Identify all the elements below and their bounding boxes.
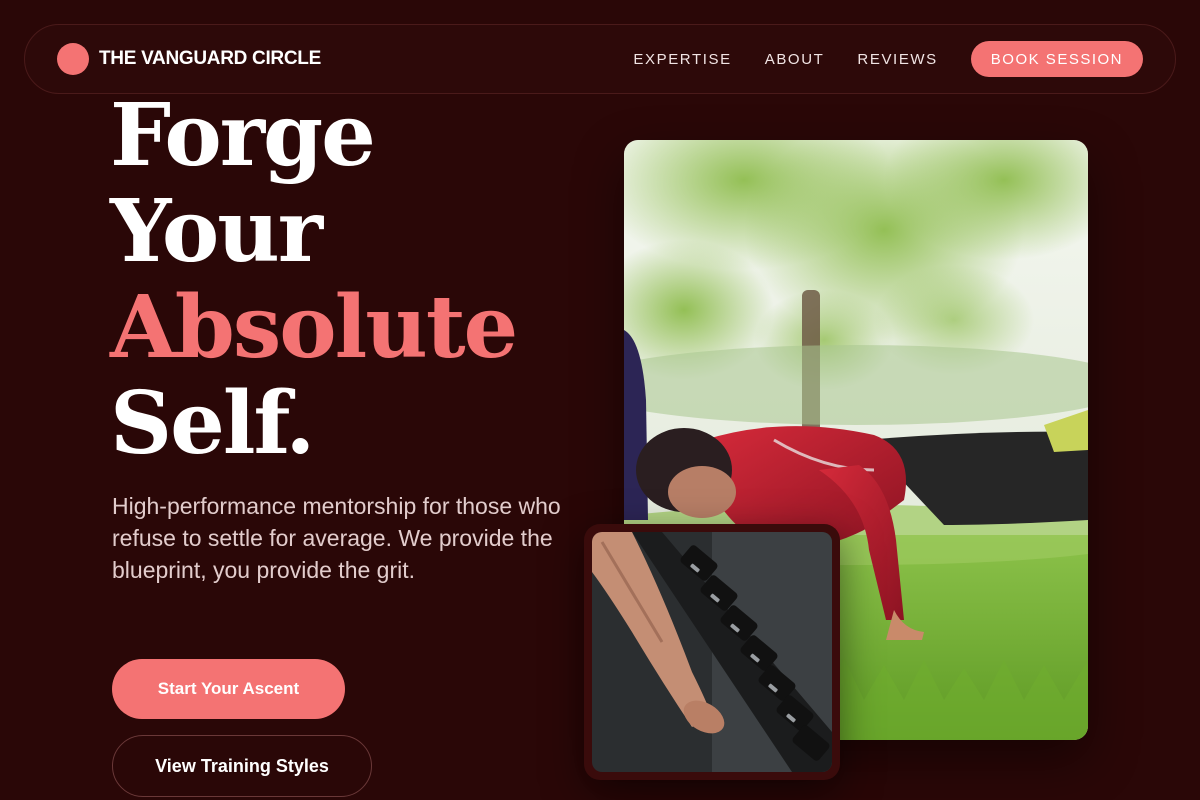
brand-dot-icon <box>57 43 89 75</box>
top-navigation: THE VANGUARD CIRCLE EXPERTISE ABOUT REVI… <box>24 24 1176 94</box>
nav-links: EXPERTISE ABOUT REVIEWS BOOK SESSION <box>633 41 1143 77</box>
hero-headline: Forge Your Absolute Self. <box>110 85 518 474</box>
brand-logo[interactable]: THE VANGUARD CIRCLE <box>57 43 321 75</box>
book-session-button[interactable]: BOOK SESSION <box>970 41 1143 77</box>
nav-link-about[interactable]: ABOUT <box>765 51 825 68</box>
brand-name: THE VANGUARD CIRCLE <box>99 48 321 69</box>
start-ascent-button[interactable]: Start Your Ascent <box>112 659 345 719</box>
headline-line-2: Your <box>110 181 323 282</box>
headline-line-4: Self. <box>110 373 315 474</box>
headline-line-3-accent: Absolute <box>110 277 518 378</box>
headline-line-1: Forge <box>110 85 376 186</box>
hero-secondary-photo <box>584 524 840 780</box>
view-training-styles-button[interactable]: View Training Styles <box>112 735 372 797</box>
nav-link-reviews[interactable]: REVIEWS <box>857 51 937 68</box>
dumbbell-illustration <box>592 532 832 772</box>
hero-subtitle: High-performance mentorship for those wh… <box>112 493 561 583</box>
nav-link-expertise[interactable]: EXPERTISE <box>633 51 731 68</box>
